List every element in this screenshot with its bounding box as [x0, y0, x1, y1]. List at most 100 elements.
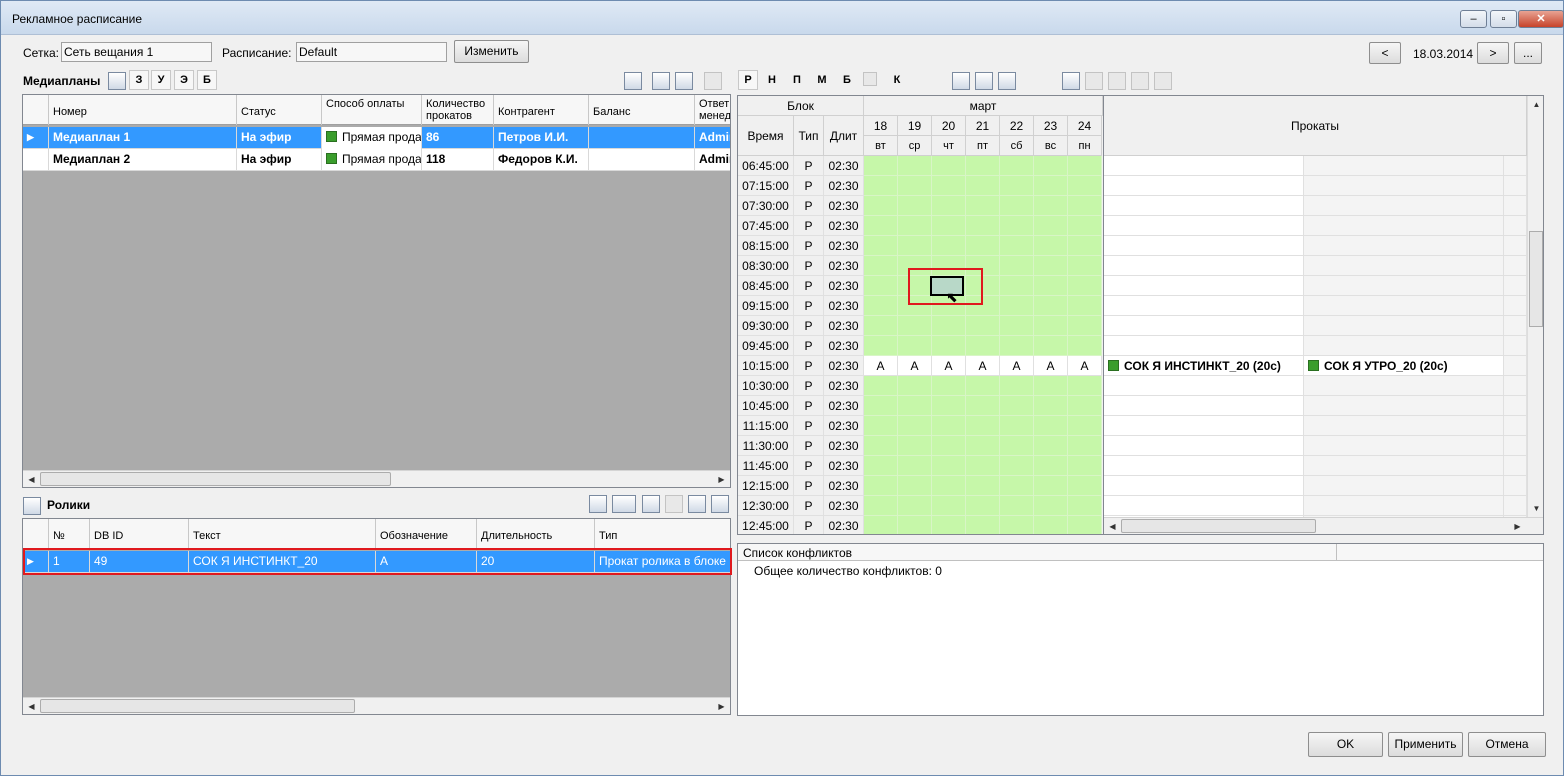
schedule-cell[interactable] — [966, 336, 1000, 356]
schedule-cell[interactable] — [898, 176, 932, 196]
rental-cell[interactable] — [1304, 216, 1504, 236]
rental-cell[interactable]: СОК Я УТРО_20 (20с) — [1304, 356, 1504, 376]
day-number[interactable]: 19 — [898, 116, 932, 136]
schedule-cell[interactable] — [864, 336, 898, 356]
schedule-cell[interactable] — [932, 336, 966, 356]
col-mark[interactable]: Обозначение — [376, 519, 477, 549]
rental-cell[interactable] — [1304, 336, 1504, 356]
change-button[interactable]: Изменить — [454, 40, 529, 63]
day-number[interactable]: 23 — [1034, 116, 1068, 136]
schedule-cell[interactable] — [966, 376, 1000, 396]
col-count[interactable]: Количество прокатов — [422, 95, 494, 125]
schedule-cell[interactable] — [932, 236, 966, 256]
scroll-thumb[interactable] — [40, 472, 391, 486]
col-payment[interactable]: Способ оплаты — [322, 95, 422, 125]
day-number[interactable]: 20 — [932, 116, 966, 136]
rental-cell[interactable] — [1304, 396, 1504, 416]
schedule-cell[interactable] — [1068, 416, 1102, 436]
schedule-cell[interactable] — [1068, 396, 1102, 416]
schedule-cell[interactable] — [966, 236, 1000, 256]
scroll-thumb[interactable] — [40, 699, 355, 713]
schedule-cell[interactable] — [1000, 236, 1034, 256]
add-rental-icon[interactable] — [1062, 72, 1080, 90]
schedule-cell[interactable] — [1034, 456, 1068, 476]
schedule-cell[interactable] — [1068, 276, 1102, 296]
schedule-cell[interactable] — [932, 396, 966, 416]
schedule-cell[interactable] — [864, 276, 898, 296]
scroll-left-icon[interactable]: ◀ — [23, 698, 40, 714]
rental-cell[interactable] — [1104, 176, 1304, 196]
clip-delete-icon[interactable] — [711, 495, 729, 513]
day-weekday[interactable]: пн — [1068, 136, 1102, 156]
col-type[interactable]: Тип — [595, 519, 730, 549]
schedule-cell[interactable] — [1068, 516, 1102, 534]
schedule-cell[interactable] — [864, 236, 898, 256]
schedule-cell[interactable] — [1034, 476, 1068, 496]
scroll-thumb[interactable] — [1529, 231, 1543, 327]
schedule-cell[interactable] — [864, 396, 898, 416]
day-weekday[interactable]: пт — [966, 136, 1000, 156]
filter-u[interactable]: У — [151, 70, 171, 90]
schedule-cell[interactable] — [1068, 376, 1102, 396]
col-manager[interactable]: Ответ менед — [695, 95, 730, 125]
minimize-button[interactable]: ‒ — [1460, 10, 1487, 28]
date-picker-button[interactable]: ... — [1514, 42, 1542, 64]
next-date-button[interactable]: > — [1477, 42, 1509, 64]
day-number[interactable]: 22 — [1000, 116, 1034, 136]
schedule-cell[interactable] — [1000, 256, 1034, 276]
schedule-cell[interactable] — [1034, 236, 1068, 256]
apply-button[interactable]: Применить — [1388, 732, 1463, 757]
schedule-cell[interactable] — [1034, 376, 1068, 396]
day-filter-b[interactable]: Б — [837, 70, 857, 90]
schedule-cell[interactable] — [1000, 156, 1034, 176]
rental-cell[interactable] — [1104, 396, 1304, 416]
rental-cell[interactable] — [1104, 496, 1304, 516]
prev-date-button[interactable]: < — [1369, 42, 1401, 64]
schedule-cell[interactable] — [966, 416, 1000, 436]
rental-cell[interactable] — [1304, 156, 1504, 176]
schedule-cell[interactable] — [864, 496, 898, 516]
day-filter-p[interactable]: П — [787, 70, 807, 90]
schedule-cell[interactable] — [1034, 256, 1068, 276]
rental-cell[interactable] — [1504, 216, 1527, 236]
schedule-cell[interactable] — [898, 396, 932, 416]
schedule-cell[interactable] — [1034, 416, 1068, 436]
rental-cell[interactable] — [1504, 236, 1527, 256]
rental-cell[interactable] — [1104, 196, 1304, 216]
schedule-cell[interactable] — [898, 436, 932, 456]
day-filter-n[interactable]: Н — [762, 70, 782, 90]
schedule-cell[interactable] — [1034, 436, 1068, 456]
scroll-right-icon[interactable]: ▶ — [713, 471, 730, 487]
schedule-cell[interactable] — [1068, 436, 1102, 456]
schedule-cell[interactable] — [864, 216, 898, 236]
scroll-down-icon[interactable]: ▼ — [1528, 500, 1543, 517]
cancel-button[interactable]: Отмена — [1468, 732, 1546, 757]
schedule-cell[interactable] — [898, 496, 932, 516]
schedule-cell[interactable] — [932, 156, 966, 176]
rental-cell[interactable] — [1504, 496, 1527, 516]
schedule-cell[interactable]: А — [1000, 356, 1034, 376]
schedule-cell[interactable] — [1000, 476, 1034, 496]
schedule-cell[interactable] — [1034, 316, 1068, 336]
day-weekday[interactable]: ср — [898, 136, 932, 156]
filter-z[interactable]: З — [129, 70, 149, 90]
edit-row-icon[interactable] — [675, 72, 693, 90]
schedule-cell[interactable] — [898, 236, 932, 256]
schedule-cell[interactable] — [1034, 396, 1068, 416]
clip-tool-4-icon[interactable] — [665, 495, 683, 513]
rentals-hscroll[interactable]: ◀ ▶ — [1104, 517, 1543, 534]
rental-cell[interactable] — [1504, 196, 1527, 216]
maximize-button[interactable]: ▫ — [1490, 10, 1517, 28]
schedule-cell[interactable] — [932, 416, 966, 436]
schedule-cell[interactable] — [1000, 316, 1034, 336]
clip-tool-5-icon[interactable] — [688, 495, 706, 513]
schedule-cell[interactable] — [864, 376, 898, 396]
rental-cell[interactable] — [1504, 156, 1527, 176]
schedule-cell[interactable] — [1068, 236, 1102, 256]
day-number[interactable]: 24 — [1068, 116, 1102, 136]
schedule-cell[interactable] — [898, 336, 932, 356]
rental-cell[interactable] — [1104, 236, 1304, 256]
schedule-cell[interactable] — [898, 156, 932, 176]
rental-cell[interactable] — [1304, 276, 1504, 296]
col-duration[interactable]: Длительность — [477, 519, 595, 549]
